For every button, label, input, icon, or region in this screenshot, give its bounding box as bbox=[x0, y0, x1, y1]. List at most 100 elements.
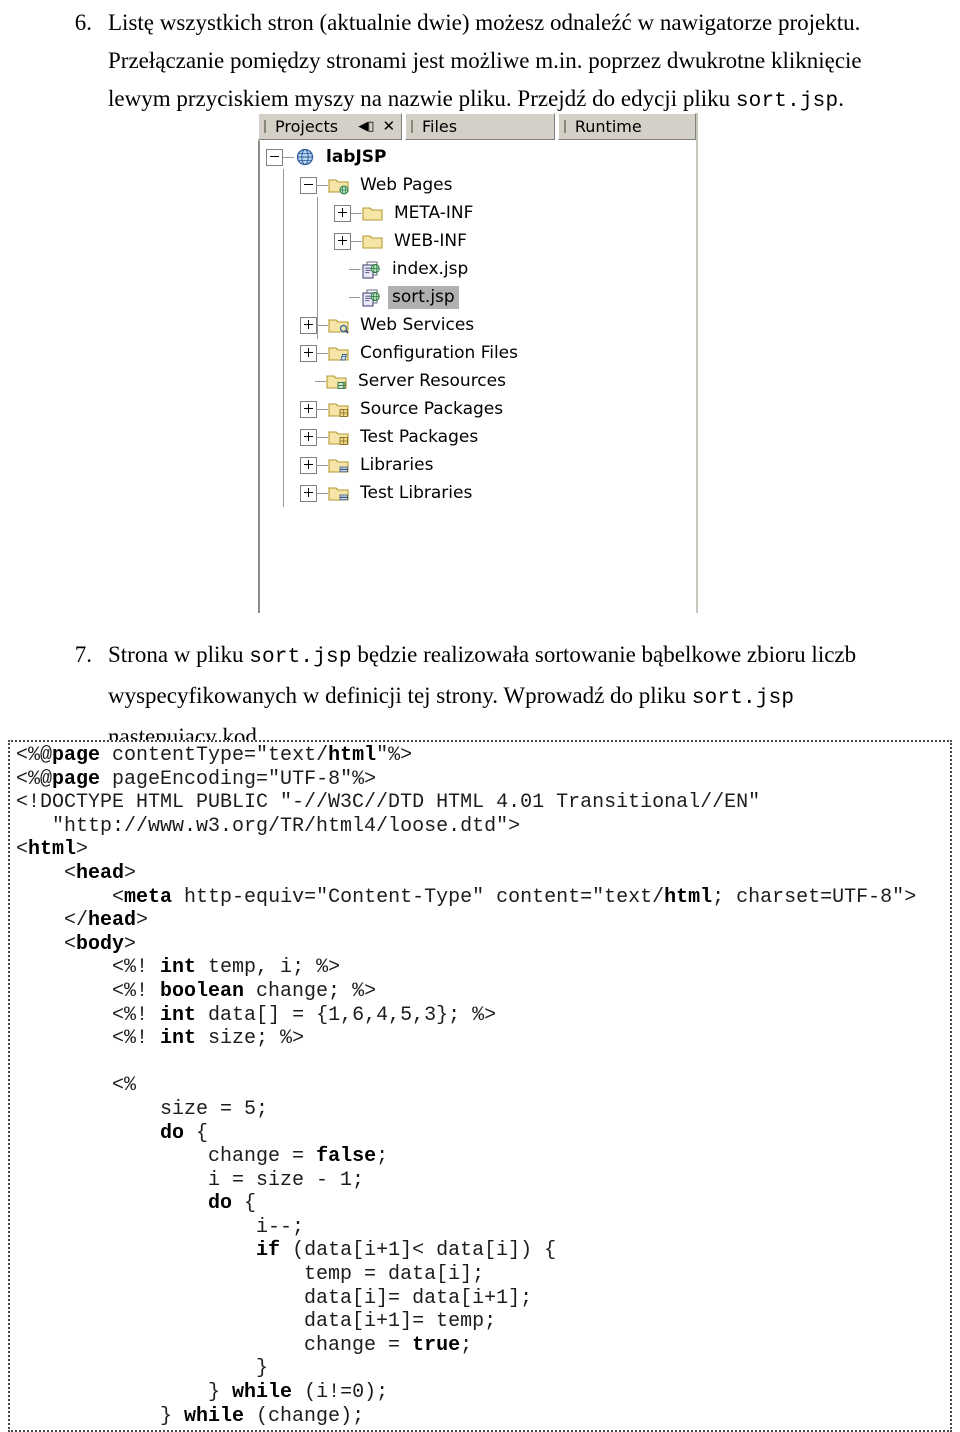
expand-icon[interactable] bbox=[334, 232, 351, 250]
paragraph-7-line-1: Strona w pliku sort.jsp będzie realizowa… bbox=[108, 636, 942, 677]
folder-packages-icon bbox=[328, 399, 356, 419]
text-run: lewym przyciskiem myszy na nazwie pliku.… bbox=[108, 86, 736, 111]
tree-connector-line bbox=[317, 352, 328, 354]
tree-item-server-resources[interactable]: Server Resources bbox=[300, 367, 510, 395]
tree-item-web-inf[interactable]: WEB-INF bbox=[334, 227, 471, 255]
paragraph-7-number: 7. bbox=[74, 642, 92, 667]
projects-window-tabbar: Projects ◀▯ ✕ Files Runtime bbox=[258, 113, 696, 140]
paragraph-6: 6. Listę wszystkich stron (aktualnie dwi… bbox=[62, 4, 942, 121]
tree-item-label: index.jsp bbox=[392, 258, 469, 279]
tree-item-label: WEB-INF bbox=[394, 230, 467, 251]
folder-webservices-icon bbox=[328, 315, 356, 335]
tab-files[interactable]: Files bbox=[404, 113, 555, 140]
tab-window-buttons: ◀▯ ✕ bbox=[350, 119, 395, 134]
filename-sort-jsp: sort.jsp bbox=[691, 687, 795, 710]
tab-grip-icon bbox=[264, 120, 269, 133]
tree-connector-line bbox=[351, 240, 362, 242]
folder-packages-icon bbox=[328, 427, 356, 447]
tab-runtime-label: Runtime bbox=[574, 117, 642, 136]
close-icon[interactable]: ✕ bbox=[382, 119, 395, 134]
paragraph-6-line-1: Listę wszystkich stron (aktualnie dwie) … bbox=[108, 4, 942, 42]
text-run: będzie realizowała sortowanie bąbelkowe … bbox=[351, 642, 857, 667]
projects-window-screenshot: Projects ◀▯ ✕ Files Runtime labJSP Web Pa… bbox=[258, 113, 698, 613]
tree-connector-line bbox=[283, 156, 294, 158]
tree-connector-line bbox=[351, 212, 362, 214]
tree-item-label: labJSP bbox=[326, 146, 387, 167]
tree-item-test-libraries[interactable]: Test Libraries bbox=[300, 479, 476, 507]
code-listing-block: <%@page contentType="text/html"%> <%@pag… bbox=[8, 740, 952, 1432]
tree-item-sort-jsp[interactable]: sort.jsp bbox=[334, 283, 459, 311]
tree-item-label: Web Pages bbox=[360, 174, 453, 195]
paragraph-6-number: 6. bbox=[74, 10, 92, 35]
tab-projects-label: Projects bbox=[275, 117, 339, 136]
project-globe-icon bbox=[294, 147, 322, 167]
filename-sort-jsp: sort.jsp bbox=[249, 646, 352, 669]
text-run: Przełączanie pomiędzy stronami jest możl… bbox=[108, 48, 862, 73]
tree-connector-line bbox=[317, 464, 328, 466]
tree-guide-line bbox=[283, 169, 284, 507]
expand-icon[interactable] bbox=[334, 204, 351, 222]
expand-icon[interactable] bbox=[300, 484, 317, 502]
minimize-icon[interactable]: ◀▯ bbox=[358, 120, 374, 133]
tree-item-label: Test Libraries bbox=[360, 482, 473, 503]
folder-plain-icon bbox=[362, 203, 390, 223]
expand-icon[interactable] bbox=[300, 428, 317, 446]
expand-icon[interactable] bbox=[300, 456, 317, 474]
paragraph-6-body: Listę wszystkich stron (aktualnie dwie) … bbox=[108, 4, 942, 121]
project-tree[interactable]: labJSP Web Pages META-INF WEB-INF index.jsp s… bbox=[258, 140, 696, 613]
tree-item-web-services[interactable]: Web Services bbox=[300, 311, 478, 339]
tree-item-source-packages[interactable]: Source Packages bbox=[300, 395, 507, 423]
paragraph-7-line-2: wyspecyfikowanych w definicji tej strony… bbox=[108, 677, 942, 718]
text-run: . bbox=[838, 86, 845, 111]
tree-connector-line bbox=[317, 324, 328, 326]
collapse-icon[interactable] bbox=[300, 176, 317, 194]
tree-connector-line bbox=[317, 492, 328, 494]
filename-sort-jsp: sort.jsp bbox=[735, 90, 839, 113]
tab-files-label: Files bbox=[421, 117, 458, 136]
tree-item-libraries[interactable]: Libraries bbox=[300, 451, 437, 479]
text-run: wyspecyfikowanych w definicji tej strony… bbox=[108, 683, 692, 708]
tree-connector-line bbox=[317, 184, 328, 186]
tree-item-label: META-INF bbox=[394, 202, 474, 223]
jsp-file-icon bbox=[360, 259, 388, 279]
folder-config-icon bbox=[328, 343, 356, 363]
tree-item-configuration-files[interactable]: Configuration Files bbox=[300, 339, 522, 367]
jsp-file-icon bbox=[360, 287, 388, 307]
tree-item-label: Web Services bbox=[360, 314, 475, 335]
tree-item-test-packages[interactable]: Test Packages bbox=[300, 423, 482, 451]
tree-item-labjsp[interactable]: labJSP bbox=[266, 143, 391, 171]
tree-item-label: Source Packages bbox=[360, 398, 504, 419]
tab-grip-icon bbox=[410, 120, 416, 133]
tree-item-web-pages[interactable]: Web Pages bbox=[300, 171, 456, 199]
collapse-icon[interactable] bbox=[266, 148, 283, 166]
tree-connector-line bbox=[315, 380, 326, 382]
paragraph-6-line-2: Przełączanie pomiędzy stronami jest możl… bbox=[108, 42, 942, 80]
tree-item-label: Libraries bbox=[360, 454, 434, 475]
expand-icon[interactable] bbox=[300, 400, 317, 418]
folder-server-icon bbox=[326, 371, 354, 391]
tree-connector-line bbox=[349, 268, 360, 270]
tree-item-label: sort.jsp bbox=[388, 285, 459, 309]
folder-webpages-icon bbox=[328, 175, 356, 195]
folder-plain-icon bbox=[362, 231, 390, 251]
tree-connector-line bbox=[349, 296, 360, 298]
tree-item-index-jsp[interactable]: index.jsp bbox=[334, 255, 472, 283]
text-run: Strona w pliku bbox=[108, 642, 250, 667]
expand-icon[interactable] bbox=[300, 344, 317, 362]
code-listing-text: <%@page contentType="text/html"%> <%@pag… bbox=[16, 744, 917, 1428]
tree-item-label: Test Packages bbox=[360, 426, 479, 447]
tree-connector-line bbox=[317, 408, 328, 410]
tab-grip-icon bbox=[563, 120, 569, 133]
tab-runtime[interactable]: Runtime bbox=[557, 113, 696, 140]
text-run: Listę wszystkich stron (aktualnie dwie) … bbox=[108, 10, 861, 35]
folder-libraries-icon bbox=[328, 483, 356, 503]
expand-icon[interactable] bbox=[300, 316, 317, 334]
tree-item-label: Server Resources bbox=[358, 370, 506, 391]
paragraph-7-body: Strona w pliku sort.jsp będzie realizowa… bbox=[108, 636, 942, 756]
folder-libraries-icon bbox=[328, 455, 356, 475]
paragraph-7: 7. Strona w pliku sort.jsp będzie realiz… bbox=[62, 636, 942, 756]
tree-item-meta-inf[interactable]: META-INF bbox=[334, 199, 477, 227]
tree-connector-line bbox=[317, 436, 328, 438]
tree-item-label: Configuration Files bbox=[360, 342, 518, 363]
tab-projects[interactable]: Projects ◀▯ ✕ bbox=[258, 113, 403, 140]
